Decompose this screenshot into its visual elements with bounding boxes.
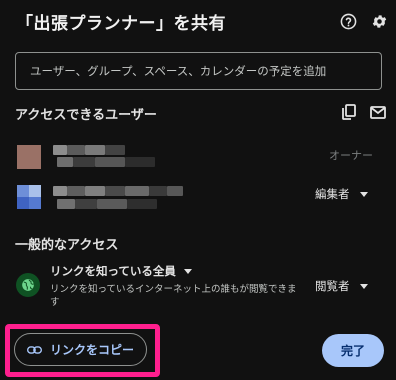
copy-icon[interactable] [341,104,357,120]
link-icon [26,345,42,354]
add-people-placeholder: ユーザー、グループ、スペース、カレンダーの予定を追加 [30,64,327,78]
editor-role-dropdown[interactable]: 編集者 [315,186,368,202]
avatar [17,145,41,169]
user-name-blurred [105,186,125,196]
viewer-role-dropdown[interactable]: 閲覧者 [315,278,368,294]
user-name-blurred [127,199,157,209]
user-name-blurred [53,186,67,196]
help-icon[interactable] [339,12,357,30]
done-label: 完了 [340,344,365,358]
link-access-description: リンクを知っているインターネット上の誰もが閲覧できます [50,284,297,308]
link-access-label: リンクを知っている全員 [50,264,176,278]
user-name-blurred [95,157,125,167]
dropdown-caret-icon [359,191,368,197]
globe-icon [16,273,40,297]
copy-link-button[interactable]: リンクをコピー [14,333,147,366]
user-name-blurred [85,186,105,196]
user-name-blurred [73,157,95,167]
user-name-blurred [85,145,105,155]
editor-role-label: 編集者 [315,187,350,201]
copy-link-label: リンクをコピー [49,343,134,357]
user-name-blurred [75,199,97,209]
user-name-blurred [67,145,85,155]
owner-role-label: オーナー [329,149,373,162]
user-name-blurred [97,199,127,209]
link-access-dropdown[interactable]: リンクを知っている全員 [50,263,192,279]
settings-icon[interactable] [370,12,388,30]
viewer-role-label: 閲覧者 [315,279,350,293]
dialog-title: 「出張プランナー」を共有 [16,14,226,34]
dropdown-caret-icon [183,268,192,274]
done-button[interactable]: 完了 [322,334,384,367]
users-section-label: アクセスできるユーザー [15,108,157,123]
user-name-blurred [125,186,149,196]
general-access-label: 一般的なアクセス [15,238,119,253]
user-name-blurred [149,186,167,196]
dropdown-caret-icon [359,283,368,289]
user-name-blurred [105,145,125,155]
user-name-blurred [125,157,155,167]
user-name-blurred [67,186,85,196]
user-name-blurred [57,199,75,209]
avatar [17,185,41,209]
user-name-blurred [53,145,67,155]
add-people-input[interactable]: ユーザー、グループ、スペース、カレンダーの予定を追加 [15,52,382,90]
user-name-blurred [57,157,73,167]
user-name-blurred [167,186,183,196]
mail-icon[interactable] [370,104,386,120]
share-dialog: 「出張プランナー」を共有 ユーザー、グループ、スペース、カレンダーの予定を追加 … [0,0,396,380]
